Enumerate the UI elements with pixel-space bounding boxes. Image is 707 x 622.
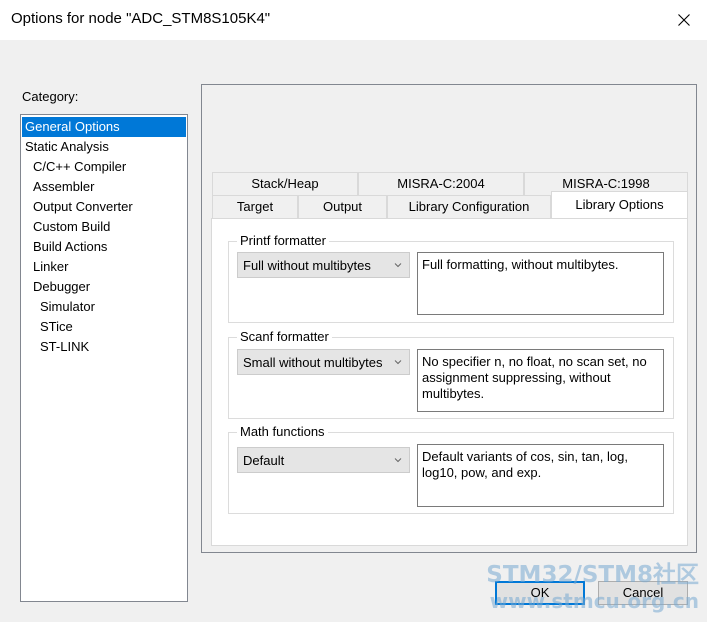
scanf-formatter-value: Small without multibytes <box>243 355 383 370</box>
tab-misra-c-2004[interactable]: MISRA-C:2004 <box>358 172 524 195</box>
category-list[interactable]: General Options Static Analysis C/C++ Co… <box>20 114 188 602</box>
math-functions-select[interactable]: Default <box>237 447 410 473</box>
close-icon <box>678 14 690 26</box>
cancel-button[interactable]: Cancel <box>598 581 688 605</box>
tab-library-options[interactable]: Library Options <box>551 191 688 218</box>
category-item-simulator[interactable]: Simulator <box>22 297 186 317</box>
category-item-linker[interactable]: Linker <box>22 257 186 277</box>
chevron-down-icon <box>394 360 402 365</box>
title-bar: Options for node "ADC_STM8S105K4" <box>0 0 707 40</box>
tab-output[interactable]: Output <box>298 195 387 218</box>
math-description: Default variants of cos, sin, tan, log, … <box>417 444 664 507</box>
math-functions-title: Math functions <box>237 424 328 439</box>
printf-description: Full formatting, without multibytes. <box>417 252 664 315</box>
tab-stack-heap[interactable]: Stack/Heap <box>212 172 358 195</box>
scanf-formatter-title: Scanf formatter <box>237 329 332 344</box>
category-item-c-cpp-compiler[interactable]: C/C++ Compiler <box>22 157 186 177</box>
category-item-debugger[interactable]: Debugger <box>22 277 186 297</box>
printf-formatter-title: Printf formatter <box>237 233 329 248</box>
category-item-assembler[interactable]: Assembler <box>22 177 186 197</box>
ok-button[interactable]: OK <box>495 581 585 605</box>
chevron-down-icon <box>394 263 402 268</box>
category-item-general-options[interactable]: General Options <box>22 117 186 137</box>
category-item-static-analysis[interactable]: Static Analysis <box>22 137 186 157</box>
chevron-down-icon <box>394 458 402 463</box>
close-button[interactable] <box>661 0 707 40</box>
scanf-formatter-select[interactable]: Small without multibytes <box>237 349 410 375</box>
category-item-st-link[interactable]: ST-LINK <box>22 337 186 357</box>
tab-target[interactable]: Target <box>212 195 298 218</box>
category-item-stice[interactable]: STice <box>22 317 186 337</box>
tab-library-configuration[interactable]: Library Configuration <box>387 195 551 218</box>
printf-formatter-value: Full without multibytes <box>243 258 371 273</box>
category-item-output-converter[interactable]: Output Converter <box>22 197 186 217</box>
scanf-description: No specifier n, no float, no scan set, n… <box>417 349 664 412</box>
category-label: Category: <box>22 89 79 104</box>
category-item-build-actions[interactable]: Build Actions <box>22 237 186 257</box>
math-functions-value: Default <box>243 453 285 468</box>
printf-formatter-select[interactable]: Full without multibytes <box>237 252 410 278</box>
category-item-custom-build[interactable]: Custom Build <box>22 217 186 237</box>
library-options-page: Printf formatter Full without multibytes… <box>211 218 688 546</box>
window-title: Options for node "ADC_STM8S105K4" <box>11 10 271 27</box>
